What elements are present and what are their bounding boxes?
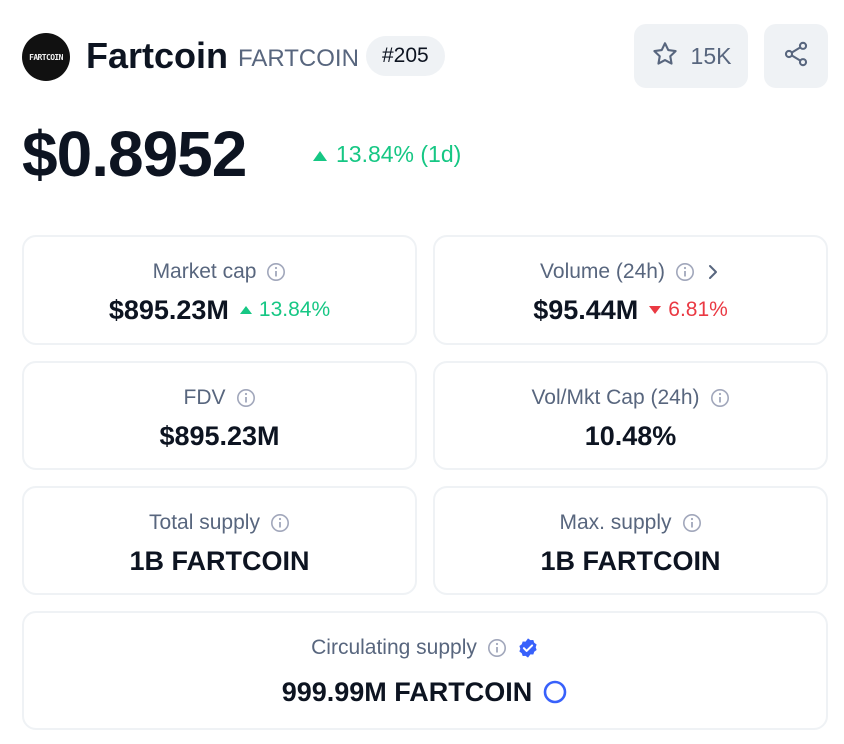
- verified-badge-icon[interactable]: [517, 637, 539, 659]
- fdv-card: FDV $895.23M: [22, 361, 417, 470]
- market-cap-label: Market cap: [152, 260, 257, 283]
- market-cap-value: $895.23M: [108, 295, 229, 325]
- share-button[interactable]: [764, 24, 828, 88]
- circulating-supply-card: Circulating supply 999.99M FARTCOIN: [22, 611, 828, 730]
- info-icon[interactable]: [236, 388, 256, 408]
- volume-change-value: 6.81%: [668, 298, 728, 321]
- volume-card[interactable]: Volume (24h) $95.44M 6.81%: [433, 235, 828, 345]
- coin-symbol: FARTCOIN: [238, 45, 359, 72]
- ring-icon[interactable]: [542, 679, 568, 705]
- max-supply-card: Max. supply 1B FARTCOIN: [433, 486, 828, 595]
- price-change-value: 13.84% (1d): [336, 141, 462, 167]
- fdv-label: FDV: [183, 386, 226, 409]
- volume-label: Volume (24h): [540, 260, 665, 283]
- vol-mkt-cap-card: Vol/Mkt Cap (24h) 10.48%: [433, 361, 828, 470]
- info-icon[interactable]: [487, 638, 507, 658]
- info-icon[interactable]: [266, 262, 286, 282]
- fdv-value-row: $895.23M: [24, 419, 415, 453]
- market-cap-change-value: 13.84%: [258, 298, 331, 321]
- vol-mkt-cap-label: Vol/Mkt Cap (24h): [531, 386, 700, 409]
- coin-logo: FARTCOIN: [22, 33, 70, 81]
- info-icon[interactable]: [710, 388, 730, 408]
- volume-value-row: $95.44M 6.81%: [435, 293, 826, 327]
- max-supply-label-row: Max. supply: [435, 510, 826, 536]
- share-icon: [782, 40, 810, 73]
- max-supply-value: 1B FARTCOIN: [540, 546, 721, 576]
- watchlist-button[interactable]: 15K: [634, 24, 748, 88]
- price-change: 13.84% (1d): [312, 138, 461, 170]
- coin-logo-text: FARTCOIN: [29, 52, 63, 62]
- rank-badge: #205: [366, 36, 445, 76]
- total-supply-label: Total supply: [149, 511, 260, 534]
- total-supply-label-row: Total supply: [24, 510, 415, 536]
- circulating-supply-label-row: Circulating supply: [24, 635, 826, 661]
- coin-price: $0.8952: [22, 118, 247, 190]
- info-icon[interactable]: [270, 513, 290, 533]
- info-icon[interactable]: [675, 262, 695, 282]
- volume-value: $95.44M: [533, 295, 639, 325]
- coin-header: FARTCOIN Fartcoin FARTCOIN #205 15K: [22, 24, 828, 88]
- chevron-right-icon[interactable]: [705, 263, 721, 281]
- coin-name: Fartcoin: [86, 35, 229, 76]
- caret-up-icon: [239, 306, 252, 314]
- max-supply-value-row: 1B FARTCOIN: [435, 544, 826, 578]
- star-icon: [651, 40, 679, 73]
- fdv-label-row: FDV: [24, 385, 415, 411]
- market-cap-change: 13.84%: [239, 293, 330, 327]
- market-cap-label-row: Market cap: [24, 259, 415, 285]
- market-cap-value-row: $895.23M 13.84%: [24, 293, 415, 327]
- caret-down-icon: [649, 306, 662, 314]
- watchlist-count: 15K: [690, 42, 732, 69]
- total-supply-value: 1B FARTCOIN: [129, 546, 310, 576]
- info-icon[interactable]: [682, 513, 702, 533]
- vol-mkt-cap-value: 10.48%: [584, 421, 677, 451]
- fdv-value: $895.23M: [159, 421, 280, 451]
- market-cap-card: Market cap $895.23M 13.84%: [22, 235, 417, 345]
- max-supply-label: Max. supply: [559, 511, 672, 534]
- total-supply-value-row: 1B FARTCOIN: [24, 544, 415, 578]
- circulating-supply-label: Circulating supply: [311, 636, 477, 659]
- caret-up-icon: [312, 138, 328, 170]
- circulating-supply-value: 999.99M FARTCOIN: [281, 677, 533, 707]
- vol-mkt-cap-label-row: Vol/Mkt Cap (24h): [435, 385, 826, 411]
- volume-label-row: Volume (24h): [435, 259, 826, 285]
- circulating-supply-value-row: 999.99M FARTCOIN: [24, 675, 826, 709]
- total-supply-card: Total supply 1B FARTCOIN: [22, 486, 417, 595]
- volume-change: 6.81%: [648, 293, 728, 327]
- vol-mkt-cap-value-row: 10.48%: [435, 419, 826, 453]
